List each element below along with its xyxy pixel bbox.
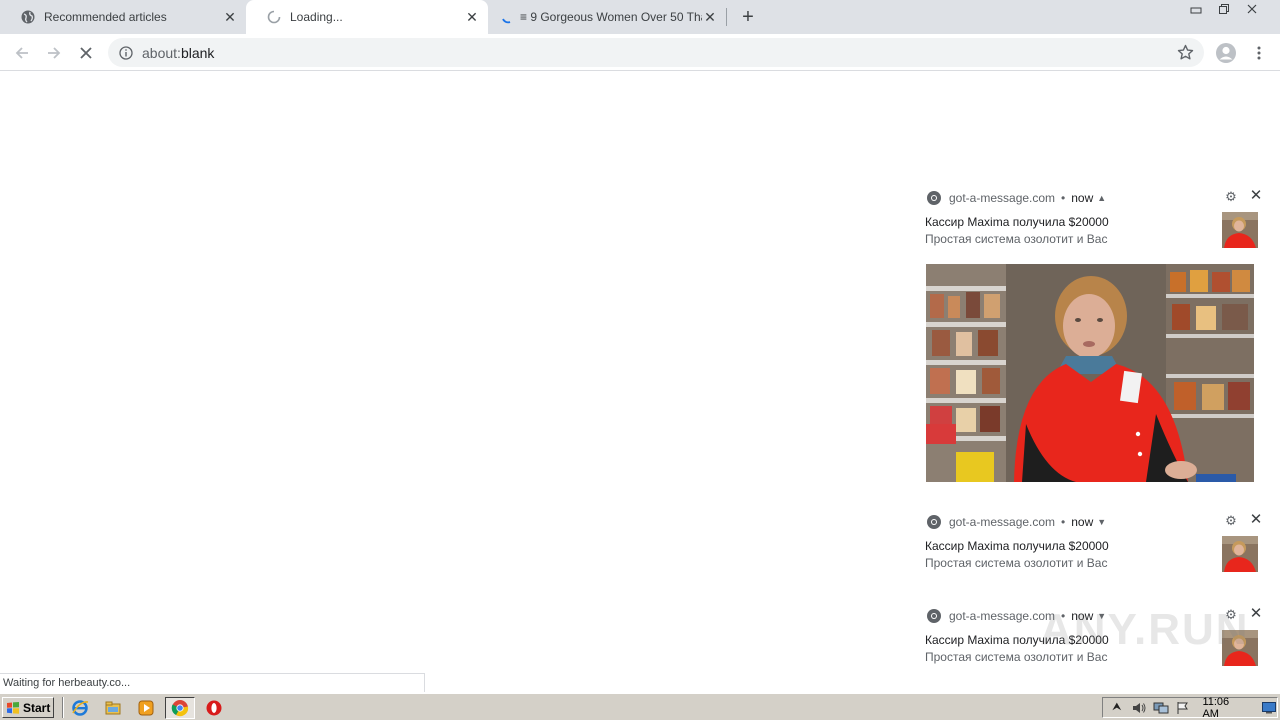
notification-title: Кассир Maxima получила $20000 [925, 215, 1109, 229]
notification-source: got-a-message.com [949, 515, 1056, 529]
chevron-up-icon[interactable]: ▲ [1097, 193, 1106, 203]
network-icon[interactable] [1153, 700, 1169, 716]
minimize-icon[interactable] [1182, 0, 1210, 18]
chrome-icon [927, 609, 941, 623]
show-hidden-icons-icon[interactable]: ⮝ [1109, 700, 1125, 716]
chevron-down-icon[interactable]: ▼ [1097, 517, 1106, 527]
close-tab-icon[interactable]: ✕ [464, 9, 480, 25]
explorer-icon[interactable] [103, 698, 123, 718]
status-bubble: Waiting for herbeauty.co... [0, 673, 425, 692]
ie-icon[interactable] [70, 698, 90, 718]
close-icon[interactable]: ✕ [1248, 606, 1264, 622]
close-icon[interactable]: ✕ [1248, 188, 1264, 204]
notification-header: got-a-message.com • now ▲ [926, 188, 1106, 208]
separator-dot: • [1061, 191, 1066, 205]
notification-thumbnail [1222, 212, 1258, 248]
loading-spinner-icon [266, 9, 282, 25]
gear-icon[interactable]: ⚙ [1224, 514, 1238, 528]
taskbar: Start ⮝ 11:06 AM [0, 693, 1280, 720]
separator-dot: • [1061, 515, 1066, 529]
tab-loading[interactable]: Loading... ✕ [246, 0, 488, 34]
back-arrow-icon[interactable] [9, 40, 35, 66]
notification-source: got-a-message.com [949, 191, 1056, 205]
profile-avatar-icon[interactable] [1213, 40, 1239, 66]
chrome-icon [927, 515, 941, 529]
new-tab-button[interactable]: + [736, 5, 760, 29]
tab-gorgeous-women[interactable]: ≡ 9 Gorgeous Women Over 50 That ✕ [488, 0, 726, 34]
notification-time: now [1071, 191, 1094, 205]
browser-toolbar: about:blank [0, 34, 1280, 71]
start-button[interactable]: Start [2, 697, 54, 718]
bookmark-star-icon[interactable] [1177, 44, 1194, 61]
url-scheme: about: [142, 44, 181, 61]
notification-title: Кассир Maxima получила $20000 [925, 539, 1109, 553]
url-path: blank [180, 44, 215, 61]
notification-time: now [1071, 515, 1094, 529]
tab-separator [726, 8, 727, 26]
info-icon[interactable] [118, 45, 134, 61]
loading-spinner-icon [500, 9, 516, 25]
chrome-icon [927, 191, 941, 205]
tab-strip: Recommended articles ✕ Loading... ✕ ≡ 9 … [0, 0, 1280, 34]
tab-recommended-articles[interactable]: Recommended articles ✕ [0, 0, 246, 34]
close-tab-icon[interactable]: ✕ [702, 9, 718, 25]
notification-card[interactable]: got-a-message.com • now ▼ ⚙ ✕ Кассир Max… [918, 512, 1268, 576]
notification-body: Простая система озолотит и Вас [925, 556, 1108, 570]
stop-loading-icon[interactable] [73, 40, 99, 66]
close-window-icon[interactable] [1238, 0, 1266, 18]
tab-title: ≡ 9 Gorgeous Women Over 50 That [520, 10, 702, 24]
menu-kebab-icon[interactable] [1246, 40, 1272, 66]
show-desktop-icon[interactable] [1261, 700, 1277, 716]
notification-body: Простая система озолотит и Вас [925, 232, 1108, 246]
address-bar[interactable]: about:blank [108, 38, 1204, 67]
notification-card[interactable]: got-a-message.com • now ▲ ⚙ ✕ Кассир Max… [918, 188, 1268, 488]
window-controls [1182, 0, 1266, 18]
gear-icon[interactable]: ⚙ [1224, 190, 1238, 204]
start-label: Start [23, 700, 51, 715]
close-icon[interactable]: ✕ [1248, 512, 1264, 528]
tab-title: Recommended articles [44, 10, 167, 24]
opera-icon[interactable] [204, 698, 224, 718]
tab-title: Loading... [290, 10, 343, 24]
clock[interactable]: 11:06 AM [1202, 696, 1247, 720]
url-text[interactable]: about:blank [142, 45, 214, 61]
taskbar-separator [62, 697, 64, 718]
anyrun-watermark: ANY.RUN [1040, 605, 1250, 654]
windows-flag-icon [7, 701, 19, 714]
action-center-flag-icon[interactable] [1175, 700, 1191, 716]
system-tray: ⮝ 11:06 AM [1102, 696, 1278, 720]
chrome-taskbar-button[interactable] [165, 697, 195, 719]
media-player-icon[interactable] [136, 698, 156, 718]
notification-image-cashier [926, 264, 1254, 482]
notification-thumbnail [1222, 536, 1258, 572]
close-tab-icon[interactable]: ✕ [222, 9, 238, 25]
chrome-icon [171, 700, 189, 717]
restore-icon[interactable] [1210, 0, 1238, 18]
globe-icon [20, 9, 36, 25]
forward-arrow-icon[interactable] [41, 40, 67, 66]
notification-header: got-a-message.com • now ▼ [926, 512, 1106, 532]
volume-icon[interactable] [1131, 700, 1147, 716]
